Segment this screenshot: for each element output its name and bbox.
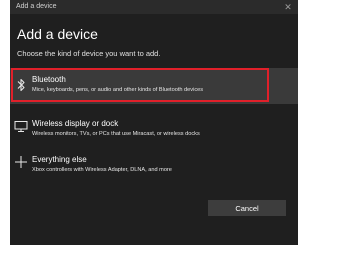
add-device-dialog: Add a device ✕ Add a device Choose the k… (10, 0, 298, 245)
close-button[interactable]: ✕ (282, 1, 294, 13)
option-bluetooth-label: Bluetooth (32, 75, 66, 84)
title-bar: Add a device ✕ (10, 0, 298, 14)
window-title: Add a device (16, 3, 57, 10)
bluetooth-icon (14, 78, 28, 92)
cancel-button[interactable]: Cancel (208, 200, 286, 216)
plus-icon (14, 155, 28, 169)
option-wireless-display-description: Wireless monitors, TVs, or PCs that use … (32, 131, 200, 137)
option-wireless-display[interactable]: Wireless display or dock Wireless monito… (10, 112, 298, 148)
option-everything-else-description: Xbox controllers with Wireless Adapter, … (32, 167, 172, 173)
monitor-icon (14, 119, 28, 133)
selection-highlight (11, 68, 269, 102)
option-bluetooth-description: Mice, keyboards, pens, or audio and othe… (32, 87, 204, 93)
option-wireless-display-label: Wireless display or dock (32, 119, 119, 128)
option-everything-else[interactable]: Everything else Xbox controllers with Wi… (10, 148, 298, 184)
option-bluetooth[interactable]: Bluetooth Mice, keyboards, pens, or audi… (10, 68, 298, 104)
page-title: Add a device (17, 26, 98, 42)
page-subtitle: Choose the kind of device you want to ad… (17, 49, 161, 58)
option-everything-else-label: Everything else (32, 155, 87, 164)
